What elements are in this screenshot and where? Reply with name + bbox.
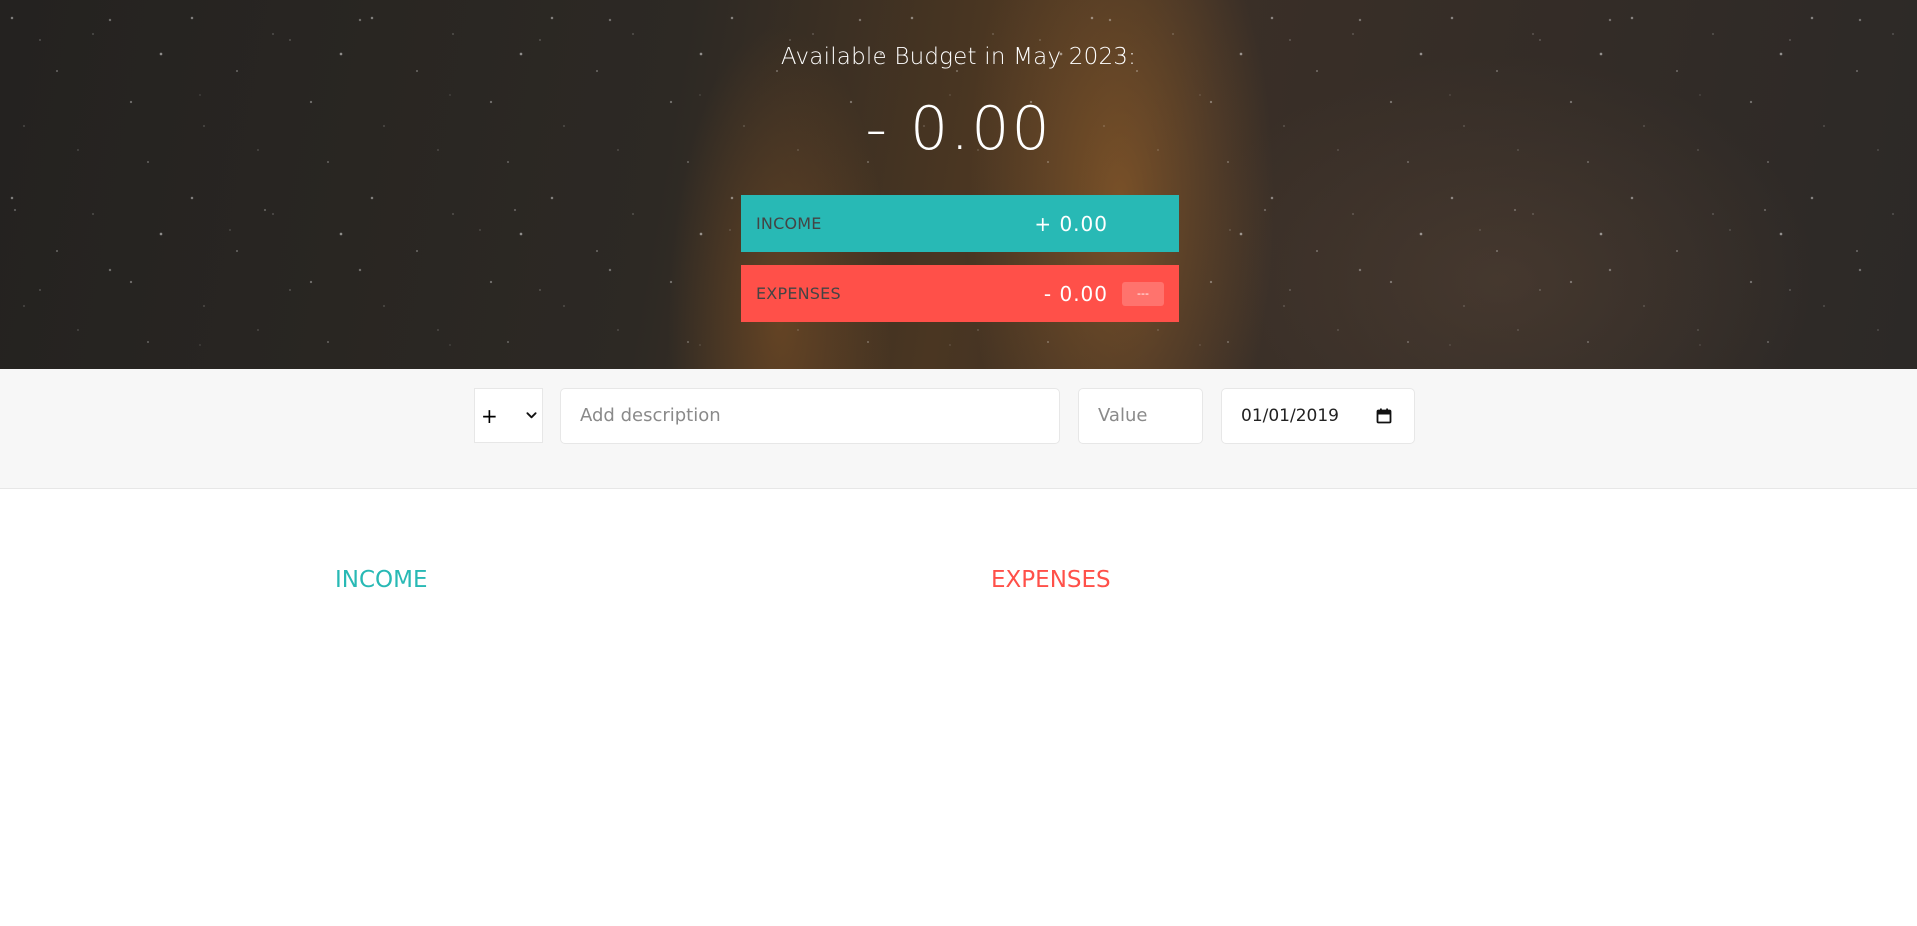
value-input[interactable]: Value [1078,388,1203,444]
expenses-percentage-badge: --- [1122,282,1164,306]
date-input[interactable]: 01/01/2019 [1221,388,1415,444]
budget-title: Available Budget in May 2023: [780,44,1137,70]
add-entry-bar: + Add description Value 01/01/2019 [0,369,1917,489]
available-budget: Available Budget in May 2023: - 0.00 [0,38,1917,165]
income-summary-value: + 0.00 [1034,211,1108,236]
chevron-down-icon [526,412,537,419]
date-value: 01/01/2019 [1241,406,1339,426]
description-placeholder: Add description [580,405,721,426]
expenses-summary-value: - 0.00 [1043,281,1108,306]
calendar-icon[interactable] [1376,408,1392,424]
budget-value: - 0.00 [865,94,1052,164]
income-summary-label: INCOME [756,214,822,233]
type-select[interactable]: + [474,388,543,443]
income-summary-box: INCOME + 0.00 [741,195,1179,252]
expenses-list-title: EXPENSES [991,567,1111,593]
type-select-value: + [481,403,498,428]
budget-header: Available Budget in May 2023: - 0.00 INC… [0,0,1917,369]
expenses-summary-box: EXPENSES - 0.00 --- [741,265,1179,322]
value-placeholder: Value [1098,405,1148,426]
expenses-summary-label: EXPENSES [756,284,841,303]
income-list-title: INCOME [335,567,428,593]
description-input[interactable]: Add description [560,388,1060,444]
